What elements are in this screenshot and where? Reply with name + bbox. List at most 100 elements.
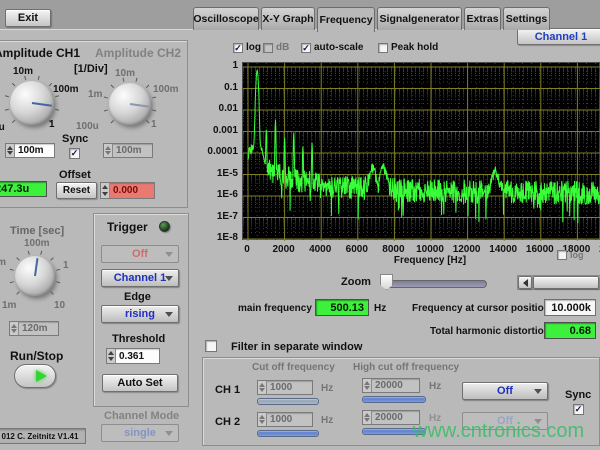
check-mark: ✓ <box>71 148 79 158</box>
ch1-amplitude-spinner[interactable]: 100m <box>5 143 55 158</box>
y-tick-label: 1E-7 <box>198 211 238 222</box>
trigger-source-dropdown[interactable]: Channel 1 <box>101 269 179 287</box>
ch2-low-unit: Hz <box>321 415 333 426</box>
ch2-low-slider[interactable] <box>257 430 319 437</box>
x-tick-label: 2000 <box>264 244 304 255</box>
time-value-spinner: 120m <box>9 321 59 336</box>
chevron-down-icon <box>165 312 173 317</box>
ch1-low-slider[interactable] <box>257 398 319 405</box>
ch2-label: CH 2 <box>215 416 240 428</box>
chevron-down-icon <box>534 389 542 394</box>
peakhold-checkbox[interactable] <box>378 43 388 53</box>
spinner-arrows[interactable] <box>363 379 372 392</box>
x-tick-label: 16000 <box>520 244 560 255</box>
spinner-value: 100m <box>113 144 152 157</box>
db-label: dB <box>276 42 289 53</box>
app-window: Exit Oscilloscope X-Y Graph Frequency Si… <box>0 0 600 450</box>
check-mark: ✓ <box>575 404 583 414</box>
value-text: 10.000k <box>551 302 591 314</box>
ch1-low-spinner[interactable]: 1000 <box>257 380 313 395</box>
db-checkbox <box>263 43 273 53</box>
y-tick-label: 1E-5 <box>198 168 238 179</box>
spectrum-plot[interactable] <box>242 62 600 240</box>
ch1-filter-type-dropdown[interactable]: Off <box>462 382 548 400</box>
thd-value: 0.68 <box>544 322 596 339</box>
time-knob[interactable] <box>15 256 55 296</box>
thd-label: Total harmonic distortion <box>430 326 550 337</box>
tab-label: Frequency <box>319 14 372 26</box>
spinner-arrows[interactable] <box>107 349 116 363</box>
ch1-amplitude-knob[interactable] <box>10 81 54 125</box>
ch1-high-slider[interactable] <box>362 396 426 403</box>
offset-label: Offset <box>59 169 91 181</box>
main-frequency-unit: Hz <box>374 303 386 314</box>
x-tick-label: 12000 <box>447 244 487 255</box>
runstop-button[interactable] <box>14 364 56 388</box>
autoscale-checkbox[interactable]: ✓ <box>301 43 311 53</box>
dropdown-value: rising <box>125 308 155 320</box>
knob-scale-label: 100m <box>53 84 79 95</box>
time-title: Time [sec] <box>10 225 64 237</box>
spinner-value: 100m <box>15 144 54 157</box>
version-text: 012 C. Zeitnitz V1.41 <box>2 432 79 441</box>
xaxis-log-checkbox[interactable] <box>557 250 567 260</box>
chevron-down-icon <box>165 431 173 436</box>
ch1-high-spinner[interactable]: 20000 <box>362 378 420 393</box>
sync-checkbox[interactable]: ✓ <box>69 148 80 159</box>
tab-oscilloscope[interactable]: Oscilloscope <box>193 7 259 30</box>
spinner-value: 1000 <box>267 381 312 394</box>
tab-frequency[interactable]: Frequency <box>317 7 375 32</box>
spinner-arrows[interactable] <box>258 381 267 394</box>
tab-signalgenerator[interactable]: Signalgenerator <box>377 7 462 30</box>
log-checkbox[interactable]: ✓ <box>233 43 243 53</box>
log-label: log <box>246 42 261 53</box>
check-mark: ✓ <box>234 43 242 53</box>
filter-sync-label: Sync <box>565 389 591 401</box>
filter-separate-checkbox[interactable] <box>205 340 217 352</box>
check-mark: ✓ <box>302 43 310 53</box>
x-tick-label: 14000 <box>483 244 523 255</box>
exit-button[interactable]: Exit <box>5 9 51 27</box>
tab-xy-graph[interactable]: X-Y Graph <box>261 7 315 30</box>
spinner-value: 0.000 <box>110 183 154 198</box>
threshold-spinner[interactable]: 0.361 <box>106 348 160 364</box>
y-tick-label: 1E-6 <box>198 189 238 200</box>
y-tick-label: 0.1 <box>198 82 238 93</box>
autoset-button[interactable]: Auto Set <box>102 374 178 392</box>
ch2-high-spinner[interactable]: 20000 <box>362 410 420 425</box>
autoscale-label: auto-scale <box>314 42 363 53</box>
dropdown-value: single <box>124 427 156 439</box>
spinner-arrows[interactable] <box>258 413 267 426</box>
scroll-left-button[interactable] <box>518 276 532 289</box>
spinner-arrows <box>101 183 110 198</box>
edge-label: Edge <box>124 291 151 303</box>
knob-needle <box>34 258 39 276</box>
filter-sync-checkbox[interactable]: ✓ <box>573 404 584 415</box>
cursor-frequency-value: 10.000k <box>544 299 596 316</box>
scroll-thumb[interactable] <box>533 276 599 289</box>
tab-label: X-Y Graph <box>262 13 313 25</box>
tab-extras[interactable]: Extras <box>464 7 501 30</box>
ch2-amplitude-spinner: 100m <box>103 143 153 158</box>
spinner-arrows[interactable] <box>6 144 15 157</box>
knob-scale-label: 1 <box>63 260 69 271</box>
knob-scale-label: 10m <box>13 66 33 77</box>
low-cutoff-header: Cut off frequency <box>252 362 335 373</box>
reset-button[interactable]: Reset <box>56 182 97 199</box>
knob-scale-label: 100u <box>76 121 99 132</box>
knob-scale-label: 10 <box>54 300 65 311</box>
tab-settings[interactable]: Settings <box>503 7 550 30</box>
chevron-down-icon <box>165 276 173 281</box>
spinner-value: 1000 <box>267 413 312 426</box>
y-tick-label: 0.0001 <box>198 146 238 157</box>
spinner-arrows <box>104 144 113 157</box>
plot-scrollbar[interactable] <box>517 275 600 290</box>
x-tick-label: 0 <box>227 244 267 255</box>
y-tick-label: 1E-8 <box>198 232 238 243</box>
channel-select-button[interactable]: Channel 1 <box>517 28 600 45</box>
ch2-low-spinner[interactable]: 1000 <box>257 412 313 427</box>
zoom-slider[interactable] <box>386 280 487 288</box>
edge-dropdown[interactable]: rising <box>101 305 179 323</box>
spinner-arrows[interactable] <box>363 411 372 424</box>
channel-select-label: Channel 1 <box>535 31 588 43</box>
